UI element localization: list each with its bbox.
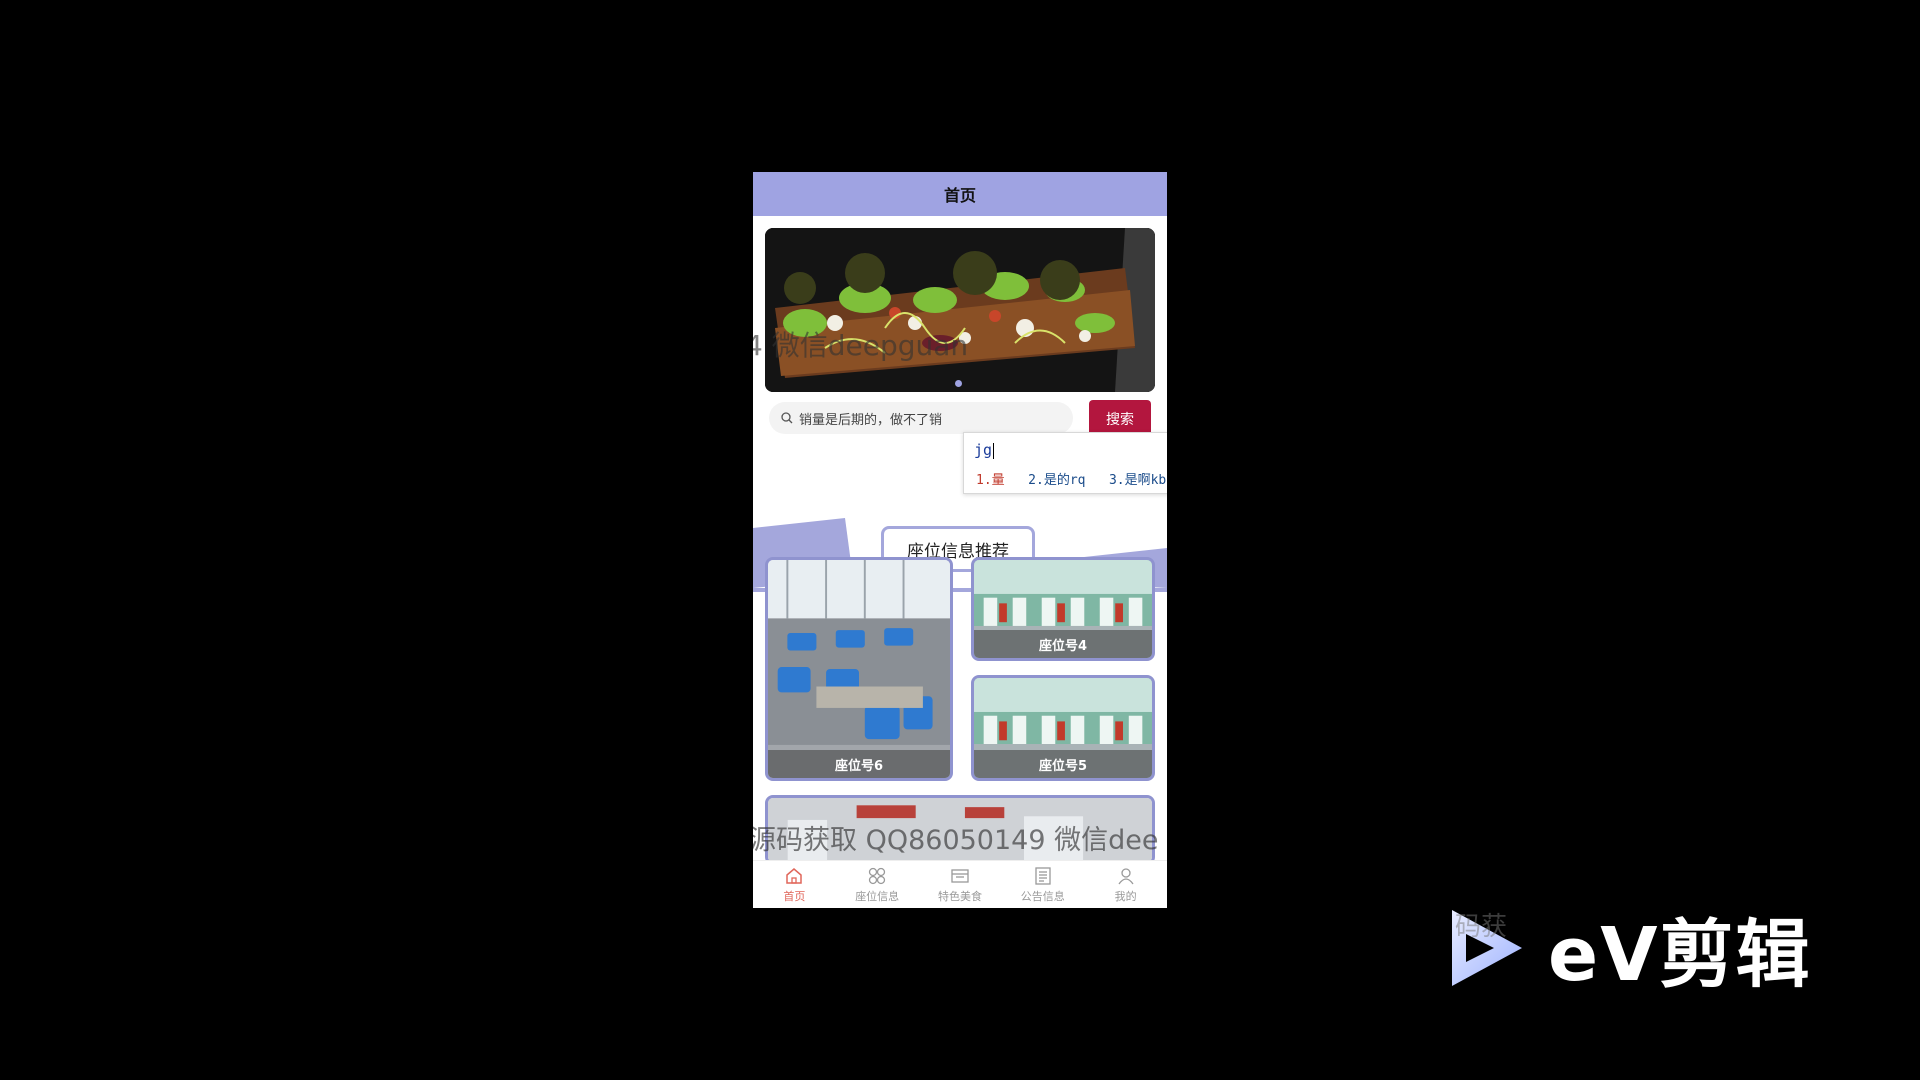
- bottom-tab-bar: 首页 座位信息 特色美食 公告信息 我的: [753, 860, 1167, 908]
- banner-image[interactable]: [765, 228, 1155, 392]
- seat-card[interactable]: 座位号6: [765, 557, 953, 781]
- user-icon: [1118, 868, 1134, 885]
- ime-candidate[interactable]: 3.是啊kb: [1109, 473, 1166, 488]
- seat-label: 座位号6: [768, 750, 950, 778]
- ime-candidate-popup: jg 1.量 2.是的rq 3.是啊kb: [963, 432, 1167, 494]
- tab-label: 公告信息: [1020, 890, 1065, 903]
- tab-label: 我的: [1114, 890, 1137, 903]
- seat-grid: 座位号6 座位号4 座位号5: [753, 557, 1167, 865]
- ime-candidate-list: 1.量 2.是的rq 3.是啊kb: [976, 469, 1166, 488]
- tab-notice[interactable]: 公告信息: [1001, 861, 1084, 908]
- carousel-dot[interactable]: [955, 380, 962, 387]
- seats-icon: [869, 867, 886, 885]
- tab-label: 特色美食: [937, 890, 982, 903]
- search-input-value: 销量是后期的，做不了销: [799, 412, 943, 428]
- seat-card[interactable]: 座位号5: [971, 675, 1155, 781]
- search-input[interactable]: 销量是后期的，做不了销: [769, 402, 1073, 434]
- food-icon: [951, 869, 969, 883]
- seat-card[interactable]: 座位号4: [971, 557, 1155, 661]
- seat-label: 座位号5: [974, 750, 1152, 778]
- tab-food[interactable]: 特色美食: [919, 861, 1002, 908]
- tab-seats[interactable]: 座位信息: [836, 861, 919, 908]
- ime-composition: jg: [974, 441, 995, 459]
- tab-home[interactable]: 首页: [753, 861, 836, 908]
- tab-label: 首页: [783, 890, 806, 903]
- phone-screen: 首页 4 微信deepguan 销量是后期的，做不了销 搜索 jg 1.量 2.…: [753, 172, 1167, 908]
- ime-candidate[interactable]: 1.量: [976, 473, 1005, 488]
- search-icon: [781, 412, 793, 424]
- tab-label: 座位信息: [855, 890, 900, 903]
- notice-icon: [1035, 867, 1051, 885]
- tab-profile[interactable]: 我的: [1084, 861, 1167, 908]
- home-icon: [786, 868, 803, 884]
- play-logo-icon: [1452, 910, 1522, 986]
- ev-editor-text: eV剪辑: [1548, 911, 1812, 998]
- page-title: 首页: [753, 172, 1167, 216]
- ime-candidate[interactable]: 2.是的rq: [1028, 473, 1085, 488]
- ev-editor-logo: eV剪辑: [1446, 906, 1811, 998]
- seat-card[interactable]: [765, 795, 1155, 865]
- seat-label: 座位号4: [974, 630, 1152, 658]
